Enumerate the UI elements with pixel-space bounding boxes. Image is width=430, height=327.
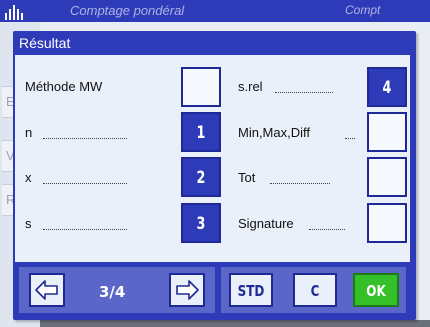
toggle-s-rel[interactable]: 4: [367, 67, 407, 107]
background-title: Comptage pondéral: [70, 3, 185, 18]
toggle-x[interactable]: 2: [181, 157, 221, 197]
row-label-methode-mw: Méthode MW: [25, 79, 103, 94]
row-dots: [43, 182, 127, 184]
result-dialog: Résultat Méthode MW n 1 x 2 s 3 s.rel 4 …: [13, 31, 416, 320]
row-dots: [309, 228, 345, 230]
toggle-min-max-diff[interactable]: [367, 112, 407, 152]
next-page-button[interactable]: [169, 273, 205, 307]
page-indicator: 3/4: [99, 283, 126, 301]
row-dots: [275, 91, 333, 93]
page-navigation-group: 3/4: [19, 267, 215, 313]
c-button[interactable]: C: [293, 273, 337, 307]
row-label-n: n: [25, 125, 33, 140]
toggle-methode-mw[interactable]: [181, 67, 221, 107]
row-label-signature: Signature: [238, 216, 294, 231]
row-label-tot: Tot: [238, 170, 256, 185]
dialog-title: Résultat: [19, 35, 71, 51]
row-label-s-rel: s.rel: [238, 79, 263, 94]
ok-button[interactable]: OK: [353, 273, 399, 307]
row-label-min-max-diff: Min,Max,Diff: [238, 125, 310, 140]
background-header: Comptage pondéral Compt: [0, 0, 430, 22]
toggle-n[interactable]: 1: [181, 112, 221, 152]
std-button[interactable]: STD: [229, 273, 273, 307]
row-label-x: x: [25, 170, 32, 185]
row-label-s: s: [25, 216, 32, 231]
toggle-s[interactable]: 3: [181, 203, 221, 243]
row-dots: [43, 137, 127, 139]
arrow-left-icon: [35, 280, 58, 300]
background-bottom-bar: [40, 320, 430, 327]
dialog-content: Méthode MW n 1 x 2 s 3 s.rel 4 Min,Max,D…: [15, 55, 410, 262]
row-dots: [43, 228, 127, 230]
row-dots: [345, 137, 355, 139]
row-dots: [270, 182, 330, 184]
arrow-right-icon: [176, 280, 199, 300]
action-buttons-group: STD C OK: [221, 267, 406, 313]
background-title-right: Compt: [345, 3, 381, 17]
balance-logo-icon: [5, 5, 23, 20]
toggle-tot[interactable]: [367, 157, 407, 197]
toggle-signature[interactable]: [367, 203, 407, 243]
previous-page-button[interactable]: [29, 273, 65, 307]
bottom-toolbar: 3/4 STD C OK: [15, 264, 410, 316]
